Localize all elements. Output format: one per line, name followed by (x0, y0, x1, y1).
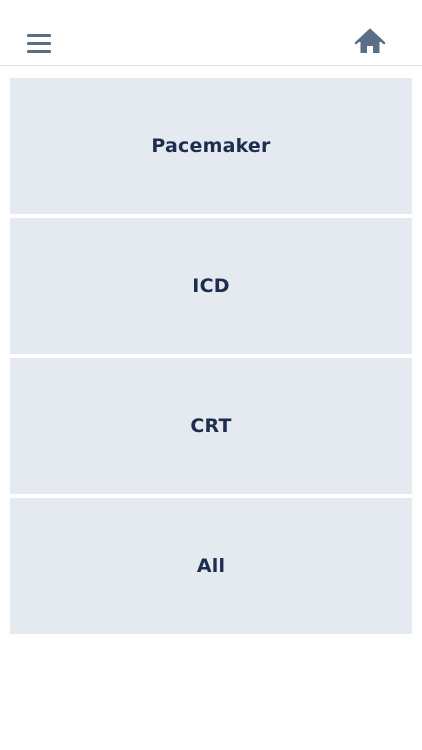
hamburger-menu-icon[interactable] (25, 32, 55, 54)
tile-label-crt: CRT (190, 415, 232, 437)
tile-label-icd: ICD (192, 275, 230, 297)
top-bar (0, 0, 422, 66)
tile-pacemaker[interactable]: Pacemaker (10, 78, 412, 214)
device-category-list: Pacemaker ICD CRT All (10, 78, 412, 638)
home-icon[interactable] (354, 27, 386, 57)
tile-all[interactable]: All (10, 498, 412, 634)
tile-crt[interactable]: CRT (10, 358, 412, 494)
tile-icd[interactable]: ICD (10, 218, 412, 354)
tile-label-all: All (196, 555, 226, 577)
tile-label-pacemaker: Pacemaker (151, 135, 271, 157)
